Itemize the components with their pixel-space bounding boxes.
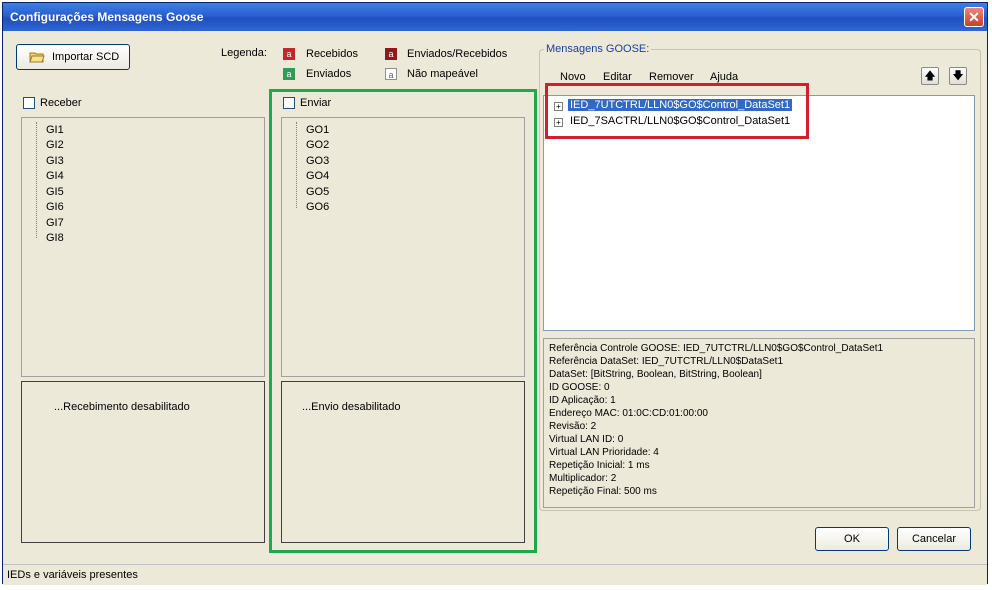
receive-tree-item[interactable]: GI3 xyxy=(46,155,64,167)
detail-line: DataSet: [BitString, Boolean, BitString,… xyxy=(549,369,762,380)
menu-help[interactable]: Ajuda xyxy=(710,71,738,83)
detail-line: Repetição Final: 500 ms xyxy=(549,486,657,497)
receive-tree-trunk xyxy=(36,122,37,238)
import-scd-label: Importar SCD xyxy=(52,51,120,63)
detail-line: ID GOOSE: 0 xyxy=(549,382,610,393)
send-tree-item[interactable]: GO5 xyxy=(306,186,329,198)
legend-swatch-sent-received: a xyxy=(385,48,397,60)
receive-tree-item[interactable]: GI6 xyxy=(46,201,64,213)
detail-line: Referência DataSet: IED_7UTCTRL/LLN0$Dat… xyxy=(549,356,784,367)
status-bar: IEDs e variáveis presentes xyxy=(3,564,987,585)
receive-tree-item[interactable]: GI7 xyxy=(46,217,64,229)
legend-swatch-unmappable: a xyxy=(385,68,397,80)
receive-tree-item[interactable]: GI8 xyxy=(46,232,64,244)
window-title: Configurações Mensagens Goose xyxy=(10,10,204,24)
legend-unmappable-label: Não mapeável xyxy=(407,68,478,80)
detail-line: Multiplicador: 2 xyxy=(549,473,617,484)
receive-tree-item[interactable]: GI2 xyxy=(46,139,64,151)
close-button[interactable]: ✕ xyxy=(964,7,984,27)
receive-tree-item-label: GI8 xyxy=(46,232,64,244)
receive-tree-item-label: GI2 xyxy=(46,139,64,151)
menu-edit[interactable]: Editar xyxy=(603,71,632,83)
send-tree-item[interactable]: GO1 xyxy=(306,124,329,136)
ok-button[interactable]: OK xyxy=(815,527,889,551)
legend-received-label: Recebidos xyxy=(306,48,358,60)
receive-checkbox[interactable]: Receber xyxy=(23,97,82,109)
receive-tree-item-label: GI3 xyxy=(46,155,64,167)
legend-swatch-sent: a xyxy=(283,68,295,80)
messages-highlight-frame xyxy=(545,83,809,139)
send-tree-item-label: GO6 xyxy=(306,201,330,213)
title-bar[interactable]: Configurações Mensagens Goose ✕ xyxy=(3,3,987,31)
detail-line: Endereço MAC: 01:0C:CD:01:00:00 xyxy=(549,408,708,419)
receive-tree-item-label: GI1 xyxy=(46,124,64,136)
import-scd-button[interactable]: Importar SCD xyxy=(16,44,130,70)
receive-tree-item[interactable]: GI4 xyxy=(46,170,64,182)
send-tree-item[interactable]: GO3 xyxy=(306,155,329,167)
send-tree-item[interactable]: GO2 xyxy=(306,139,329,151)
receive-checkbox-label: Receber xyxy=(40,97,82,109)
status-text: IEDs e variáveis presentes xyxy=(7,569,138,581)
send-tree-item[interactable]: GO4 xyxy=(306,170,329,182)
legend-swatch-received: a xyxy=(283,48,295,60)
legend-sent-received-label: Enviados/Recebidos xyxy=(407,48,508,60)
send-tree-item-label: GO5 xyxy=(306,186,330,198)
send-tree-item-label: GO2 xyxy=(306,139,330,151)
cancel-button-label: Cancelar xyxy=(911,533,957,545)
move-up-button[interactable]: 🡅 xyxy=(921,67,939,85)
detail-line: Virtual LAN ID: 0 xyxy=(549,434,624,445)
send-tree-item-label: GO1 xyxy=(306,124,330,136)
send-tree-item[interactable]: GO6 xyxy=(306,201,329,213)
menu-remove[interactable]: Remover xyxy=(649,71,694,83)
arrow-down-icon: 🡇 xyxy=(952,70,964,82)
menu-new[interactable]: Novo xyxy=(560,71,586,83)
detail-line: Revisão: 2 xyxy=(549,421,597,432)
receive-tree-item-label: GI7 xyxy=(46,217,64,229)
receive-status-text: ...Recebimento desabilitado xyxy=(54,401,190,413)
goose-group-label: Mensagens GOOSE: xyxy=(544,43,652,55)
arrow-up-icon: 🡅 xyxy=(924,70,936,82)
legend-title: Legenda: xyxy=(221,47,267,59)
receive-status-panel: ...Recebimento desabilitado xyxy=(21,381,265,543)
move-down-button[interactable]: 🡇 xyxy=(949,67,967,85)
send-tree-item-label: GO3 xyxy=(306,155,330,167)
detail-line: ID Aplicação: 1 xyxy=(549,395,616,406)
dialog-window: Configurações Mensagens Goose ✕ Importar… xyxy=(2,2,988,585)
receive-checkbox-box[interactable] xyxy=(23,97,35,109)
receive-tree-item[interactable]: GI1 xyxy=(46,124,64,136)
detail-line: Referência Controle GOOSE: IED_7UTCTRL/L… xyxy=(549,343,884,354)
detail-line: Repetição Inicial: 1 ms xyxy=(549,460,650,471)
receive-tree-item-label: GI5 xyxy=(46,186,64,198)
receive-tree-item-label: GI6 xyxy=(46,201,64,213)
cancel-button[interactable]: Cancelar xyxy=(897,527,971,551)
receive-tree-item-label: GI4 xyxy=(46,170,64,182)
folder-open-icon xyxy=(29,51,45,63)
ok-button-label: OK xyxy=(844,533,860,545)
send-tree-item-label: GO4 xyxy=(306,170,330,182)
legend-sent-label: Enviados xyxy=(306,68,352,80)
receive-tree-item[interactable]: GI5 xyxy=(46,186,64,198)
detail-line: Virtual LAN Prioridade: 4 xyxy=(549,447,659,458)
